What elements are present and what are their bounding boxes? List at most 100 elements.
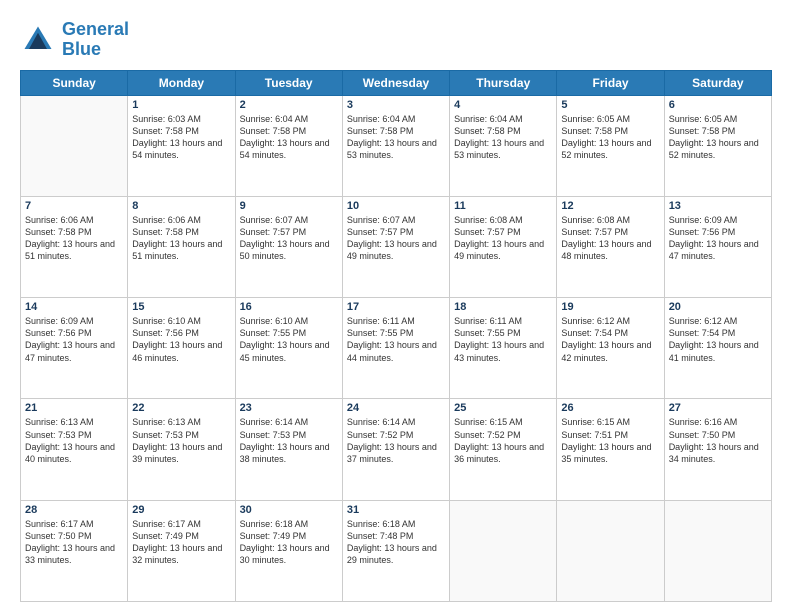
daylight: Daylight: 13 hours and 53 minutes. xyxy=(347,138,437,160)
day-number: 25 xyxy=(454,402,552,414)
sunrise: Sunrise: 6:17 AM xyxy=(132,519,201,529)
day-number: 28 xyxy=(25,504,123,516)
day-number: 14 xyxy=(25,301,123,313)
sunset: Sunset: 7:58 PM xyxy=(132,126,199,136)
sunset: Sunset: 7:55 PM xyxy=(454,328,521,338)
calendar-cell: 28Sunrise: 6:17 AMSunset: 7:50 PMDayligh… xyxy=(21,500,128,601)
day-info: Sunrise: 6:09 AMSunset: 7:56 PMDaylight:… xyxy=(669,214,767,263)
sunrise: Sunrise: 6:18 AM xyxy=(240,519,309,529)
calendar-cell: 11Sunrise: 6:08 AMSunset: 7:57 PMDayligh… xyxy=(450,196,557,297)
day-number: 12 xyxy=(561,200,659,212)
sunrise: Sunrise: 6:09 AM xyxy=(669,215,738,225)
sunrise: Sunrise: 6:17 AM xyxy=(25,519,94,529)
calendar-cell: 30Sunrise: 6:18 AMSunset: 7:49 PMDayligh… xyxy=(235,500,342,601)
daylight: Daylight: 13 hours and 45 minutes. xyxy=(240,340,330,362)
day-number: 20 xyxy=(669,301,767,313)
day-number: 1 xyxy=(132,99,230,111)
day-number: 30 xyxy=(240,504,338,516)
day-info: Sunrise: 6:12 AMSunset: 7:54 PMDaylight:… xyxy=(561,315,659,364)
calendar-cell: 4Sunrise: 6:04 AMSunset: 7:58 PMDaylight… xyxy=(450,95,557,196)
day-info: Sunrise: 6:17 AM Sunset: 7:49 PM Daylight:… xyxy=(132,518,230,567)
daylight: Daylight: 13 hours and 46 minutes. xyxy=(132,340,222,362)
day-number: 4 xyxy=(454,99,552,111)
daylight: Daylight: 13 hours and 51 minutes. xyxy=(132,239,222,261)
sunset: Sunset: 7:51 PM xyxy=(561,430,628,440)
calendar-cell: 1 Sunrise: 6:03 AMSunset: 7:58 PMDaylight… xyxy=(128,95,235,196)
sunset: Sunset: 7:58 PM xyxy=(561,126,628,136)
weekday-header-saturday: Saturday xyxy=(664,70,771,95)
calendar-cell: 22Sunrise: 6:13 AMSunset: 7:53 PMDayligh… xyxy=(128,399,235,500)
day-info: Sunrise: 6:03 AMSunset: 7:58 PMDaylight:… xyxy=(132,113,230,162)
sunset: Sunset: 7:53 PM xyxy=(25,430,92,440)
day-info: Sunrise: 6:15 AMSunset: 7:52 PMDaylight:… xyxy=(454,416,552,465)
day-number: 26 xyxy=(561,402,659,414)
calendar-week-row: 21Sunrise: 6:13 AMSunset: 7:53 PMDayligh… xyxy=(21,399,772,500)
calendar-cell: 2Sunrise: 6:04 AMSunset: 7:58 PMDaylight… xyxy=(235,95,342,196)
sunset: Sunset: 7:52 PM xyxy=(347,430,414,440)
sunset: Sunset: 7:55 PM xyxy=(347,328,414,338)
calendar-cell: 18Sunrise: 6:11 AMSunset: 7:55 PMDayligh… xyxy=(450,298,557,399)
calendar-cell: 21Sunrise: 6:13 AMSunset: 7:53 PMDayligh… xyxy=(21,399,128,500)
daylight: Daylight: 13 hours and 42 minutes. xyxy=(561,340,651,362)
day-info: Sunrise: 6:10 AM Sunset: 7:56 PM Daylight:… xyxy=(132,315,230,364)
day-info: Sunrise: 6:13 AMSunset: 7:53 PMDaylight:… xyxy=(132,416,230,465)
day-info: Sunrise: 6:07 AMSunset: 7:57 PMDaylight:… xyxy=(347,214,445,263)
daylight: Daylight: 13 hours and 32 minutes. xyxy=(132,543,222,565)
sunrise: Sunrise: 6:04 AM xyxy=(240,114,309,124)
sunset: Sunset: 7:58 PM xyxy=(240,126,307,136)
weekday-header-wednesday: Wednesday xyxy=(342,70,449,95)
sunset: Sunset: 7:57 PM xyxy=(240,227,307,237)
day-info: Sunrise: 6:15 AMSunset: 7:51 PMDaylight:… xyxy=(561,416,659,465)
day-number: 9 xyxy=(240,200,338,212)
sunset: Sunset: 7:58 PM xyxy=(132,227,199,237)
sunset: Sunset: 7:57 PM xyxy=(454,227,521,237)
day-number: 2 xyxy=(240,99,338,111)
weekday-header-sunday: Sunday xyxy=(21,70,128,95)
sunset: Sunset: 7:50 PM xyxy=(669,430,736,440)
sunrise: Sunrise: 6:06 AM xyxy=(25,215,94,225)
sunrise: Sunrise: 6:13 AM xyxy=(25,417,94,427)
day-info: Sunrise: 6:17 AMSunset: 7:50 PMDaylight:… xyxy=(25,518,123,567)
calendar-cell: 24Sunrise: 6:14 AMSunset: 7:52 PMDayligh… xyxy=(342,399,449,500)
daylight: Daylight: 13 hours and 54 minutes. xyxy=(132,138,222,160)
sunrise: Sunrise: 6:12 AM xyxy=(561,316,630,326)
day-info: Sunrise: 6:13 AMSunset: 7:53 PMDaylight:… xyxy=(25,416,123,465)
sunset: Sunset: 7:50 PM xyxy=(25,531,92,541)
day-number: 5 xyxy=(561,99,659,111)
day-number: 18 xyxy=(454,301,552,313)
daylight: Daylight: 13 hours and 34 minutes. xyxy=(669,442,759,464)
day-info: Sunrise: 6:05 AMSunset: 7:58 PMDaylight:… xyxy=(561,113,659,162)
calendar-cell: 3Sunrise: 6:04 AMSunset: 7:58 PMDaylight… xyxy=(342,95,449,196)
day-number: 23 xyxy=(240,402,338,414)
sunset: Sunset: 7:49 PM xyxy=(132,531,199,541)
sunset: Sunset: 7:56 PM xyxy=(132,328,199,338)
day-info: Sunrise: 6:06 AMSunset: 7:58 PMDaylight:… xyxy=(132,214,230,263)
daylight: Daylight: 13 hours and 29 minutes. xyxy=(347,543,437,565)
daylight: Daylight: 13 hours and 53 minutes. xyxy=(454,138,544,160)
calendar-cell xyxy=(450,500,557,601)
day-number: 7 xyxy=(25,200,123,212)
day-info: Sunrise: 6:08 AMSunset: 7:57 PMDaylight:… xyxy=(561,214,659,263)
day-number: 6 xyxy=(669,99,767,111)
calendar-cell: 10Sunrise: 6:07 AMSunset: 7:57 PMDayligh… xyxy=(342,196,449,297)
daylight: Daylight: 13 hours and 52 minutes. xyxy=(669,138,759,160)
calendar-cell: 5 Sunrise: 6:05 AMSunset: 7:58 PMDaylight… xyxy=(557,95,664,196)
day-number: 21 xyxy=(25,402,123,414)
sunset: Sunset: 7:55 PM xyxy=(240,328,307,338)
day-number: 15 xyxy=(132,301,230,313)
day-info: Sunrise: 6:05 AMSunset: 7:58 PMDaylight:… xyxy=(669,113,767,162)
day-info: Sunrise: 6:04 AMSunset: 7:58 PMDaylight:… xyxy=(347,113,445,162)
sunset: Sunset: 7:58 PM xyxy=(25,227,92,237)
calendar-week-row: 1 Sunrise: 6:03 AMSunset: 7:58 PMDaylight… xyxy=(21,95,772,196)
daylight: Daylight: 13 hours and 43 minutes. xyxy=(454,340,544,362)
day-number: 8 xyxy=(132,200,230,212)
sunrise: Sunrise: 6:10 AM xyxy=(132,316,201,326)
sunrise: Sunrise: 6:16 AM xyxy=(669,417,738,427)
sunset: Sunset: 7:57 PM xyxy=(561,227,628,237)
sunset: Sunset: 7:53 PM xyxy=(132,430,199,440)
daylight: Daylight: 13 hours and 44 minutes. xyxy=(347,340,437,362)
calendar-cell: 29Sunrise: 6:17 AMSunset: 7:49 PMDayligh… xyxy=(128,500,235,601)
day-number: 24 xyxy=(347,402,445,414)
sunset: Sunset: 7:52 PM xyxy=(454,430,521,440)
calendar-cell: 6 Sunrise: 6:05 AMSunset: 7:58 PMDaylight… xyxy=(664,95,771,196)
